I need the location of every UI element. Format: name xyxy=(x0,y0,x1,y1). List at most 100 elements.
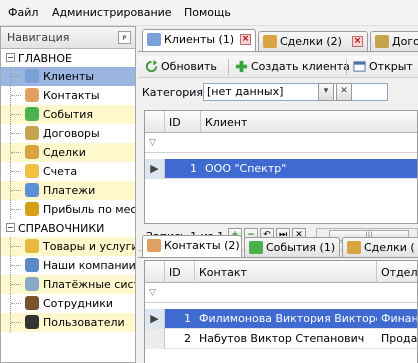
main-area: Клиенты (1) × Сделки (2) × Догово Обнови… xyxy=(138,26,418,363)
pin-icon[interactable]: ᴘ xyxy=(118,31,131,44)
open-label: Открыт xyxy=(369,60,413,73)
collapse-icon[interactable]: − xyxy=(6,223,15,232)
nav-item[interactable]: Клиенты xyxy=(1,67,135,86)
row-indicator: ▶ xyxy=(145,159,165,179)
nav-item[interactable]: Договоры xyxy=(1,124,135,143)
tree-line xyxy=(10,237,22,256)
filter-row[interactable]: ▽ xyxy=(145,283,417,303)
nav-item[interactable]: Платёжные системы xyxy=(1,275,135,294)
tab-events[interactable]: События (1) xyxy=(244,237,340,257)
collapse-icon[interactable]: − xyxy=(6,53,15,62)
navigation-tree: − ГЛАВНОЕ Клиенты Контакты События Договоры Сд… xyxy=(1,49,135,332)
row-indicator-header xyxy=(145,111,165,133)
handshake-icon xyxy=(263,35,277,48)
tab-label: Сделки ( xyxy=(364,241,415,254)
refresh-label: Обновить xyxy=(161,60,217,73)
clock-icon xyxy=(25,107,39,121)
column-header-contact[interactable]: Контакт xyxy=(195,261,377,283)
grid-header: ID Контакт Отдел xyxy=(145,261,417,283)
nav-group-label: СПРАВОЧНИКИ xyxy=(18,222,105,235)
products-icon xyxy=(25,239,39,253)
create-client-button[interactable]: Создать клиента xyxy=(234,59,350,76)
tree-line xyxy=(10,200,22,219)
cell-id: 1 xyxy=(190,162,197,175)
chevron-down-icon[interactable]: ▾ xyxy=(318,83,334,101)
clock-icon xyxy=(249,241,263,254)
employee-icon xyxy=(25,296,39,310)
tab-label: События (1) xyxy=(266,241,336,254)
handshake-icon xyxy=(347,241,361,254)
nav-item[interactable]: Прибыль по месяцам xyxy=(1,200,135,219)
column-header-client[interactable]: Клиент xyxy=(201,111,417,133)
nav-item[interactable]: Товары и услуги xyxy=(1,237,135,256)
nav-item[interactable]: Сделки xyxy=(1,143,135,162)
nav-item-label: Пользователи xyxy=(43,316,125,329)
open-button[interactable]: Открыт xyxy=(352,59,413,76)
nav-item[interactable]: Сотрудники xyxy=(1,294,135,313)
contacts-grid: ID Контакт Отдел ▽ ▶ 1 Филимонова Виктория… xyxy=(144,260,418,363)
nav-item[interactable]: Контакты xyxy=(1,86,135,105)
toolbar-separator xyxy=(346,59,347,75)
tree-line xyxy=(10,275,22,294)
category-value: [нет данных] xyxy=(207,85,284,98)
category-label: Категория: xyxy=(142,86,207,99)
tab-clients[interactable]: Клиенты (1) × xyxy=(142,29,256,51)
toolbar-separator xyxy=(228,59,229,75)
close-icon[interactable]: × xyxy=(240,34,251,45)
nav-group[interactable]: − ГЛАВНОЕ xyxy=(1,49,135,67)
clear-icon[interactable]: ✕ xyxy=(336,83,352,101)
top-tab-strip: Клиенты (1) × Сделки (2) × Догово xyxy=(138,28,418,52)
close-icon[interactable]: × xyxy=(352,36,363,47)
cell-client: ООО "Спектр" xyxy=(205,162,287,175)
tree-line xyxy=(10,105,22,124)
nav-item[interactable]: События xyxy=(1,105,135,124)
plus-icon xyxy=(235,60,248,73)
menu-file[interactable]: Файл xyxy=(8,6,38,19)
tree-line xyxy=(10,86,22,105)
filter-row[interactable]: ▽ xyxy=(145,133,417,153)
row-indicator xyxy=(145,329,165,349)
cell-department: Финансо xyxy=(381,312,418,325)
nav-item-label: Контакты xyxy=(43,89,100,102)
cell-department: Продаж xyxy=(381,332,418,345)
refresh-icon xyxy=(145,60,158,73)
payment-icon xyxy=(25,183,39,197)
menu-help[interactable]: Помощь xyxy=(184,6,231,19)
contact-icon xyxy=(147,239,161,252)
table-row[interactable]: 2 Набутов Виктор Степанович Продаж xyxy=(145,329,418,349)
tab-contracts[interactable]: Догово xyxy=(370,31,418,51)
nav-item-label: Товары и услуги xyxy=(43,240,136,253)
refresh-button[interactable]: Обновить xyxy=(144,59,217,76)
column-header-department[interactable]: Отдел xyxy=(377,261,417,283)
row-indicator-header xyxy=(145,261,165,283)
coins-icon xyxy=(25,202,39,216)
handshake-icon xyxy=(25,145,39,159)
nav-item[interactable]: Платежи xyxy=(1,181,135,200)
category-select[interactable]: [нет данных] xyxy=(203,83,388,101)
app-window: Файл Администрирование Помощь Навигация … xyxy=(0,0,418,363)
tree-line xyxy=(10,313,22,332)
nav-item-label: Наши компании xyxy=(43,259,136,272)
contact-icon xyxy=(25,88,39,102)
nav-item[interactable]: Пользователи xyxy=(1,313,135,332)
menu-administration[interactable]: Администрирование xyxy=(52,6,172,19)
nav-item-label: Договоры xyxy=(43,127,100,140)
clients-grid: ID Клиент ▽ ▶ 1 ООО "Спектр" xyxy=(144,110,418,224)
column-header-id[interactable]: ID xyxy=(165,111,201,133)
tab-deals[interactable]: Сделки (2) × xyxy=(258,31,368,51)
nav-item[interactable]: Счета xyxy=(1,162,135,181)
table-row[interactable]: ▶ 1 Филимонова Виктория Викторовна Финансо xyxy=(145,309,418,329)
table-row[interactable]: ▶ 1 ООО "Спектр" xyxy=(145,159,417,179)
tab-deals-bottom[interactable]: Сделки ( xyxy=(342,237,418,257)
tab-contacts[interactable]: Контакты (2) xyxy=(142,235,242,257)
column-header-id[interactable]: ID xyxy=(165,261,195,283)
nav-item-label: Сотрудники xyxy=(43,297,114,310)
nav-item-label: Платежи xyxy=(43,184,96,197)
nav-item[interactable]: Наши компании xyxy=(1,256,135,275)
navigation-header: Навигация ᴘ xyxy=(1,27,135,49)
tree-line xyxy=(10,294,22,313)
nav-group[interactable]: − СПРАВОЧНИКИ xyxy=(1,219,135,237)
user-icon xyxy=(25,315,39,329)
nav-item-label: Клиенты xyxy=(43,70,95,83)
nav-item-label: Сделки xyxy=(43,146,86,159)
